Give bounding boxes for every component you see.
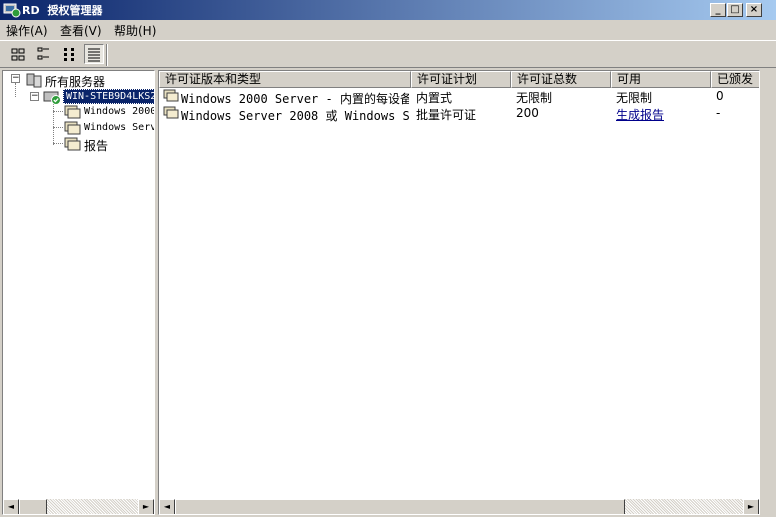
license-list[interactable]: 许可证版本和类型 许可证计划 许可证总数 可用 已颁发 Windows 2000… bbox=[158, 70, 760, 515]
menu-view[interactable]: 查看(V) bbox=[60, 22, 102, 39]
cell-plan: 批量许可证 bbox=[416, 108, 477, 122]
tree-item-reports[interactable]: 报告 bbox=[84, 137, 108, 154]
tree-expander[interactable]: − bbox=[11, 74, 20, 83]
list-icon bbox=[64, 48, 74, 61]
column-header-available[interactable]: 可用 bbox=[611, 71, 711, 88]
scroll-right-button[interactable]: ► bbox=[138, 499, 154, 514]
scroll-left-button[interactable]: ◄ bbox=[159, 499, 175, 514]
tree-item-server[interactable]: WIN-STEB9D4LKS2 bbox=[63, 89, 154, 104]
menu-help[interactable]: 帮助(H) bbox=[114, 22, 156, 39]
license-server-icon bbox=[43, 89, 63, 108]
scroll-thumb[interactable] bbox=[175, 499, 625, 514]
tree-item-all-servers[interactable]: 所有服务器 bbox=[45, 73, 105, 90]
details-icon bbox=[88, 48, 100, 62]
title-text: 授权管理器 bbox=[47, 4, 103, 17]
tree-expander[interactable]: − bbox=[30, 92, 39, 101]
tree-item-windows-server[interactable]: Windows Serv bbox=[84, 122, 154, 133]
tree-connector bbox=[53, 111, 63, 112]
title-bar[interactable]: RD 授权管理器 _ □ × bbox=[0, 0, 776, 20]
license-pack-icon bbox=[163, 106, 181, 124]
tree-connector bbox=[15, 83, 16, 97]
cell-available: 无限制 bbox=[616, 91, 653, 105]
small-icons-icon bbox=[37, 47, 49, 60]
scroll-right-button[interactable]: ► bbox=[743, 499, 759, 514]
list-view-button[interactable] bbox=[60, 44, 80, 64]
large-icons-view-button[interactable] bbox=[8, 44, 28, 64]
close-button[interactable]: × bbox=[746, 3, 762, 17]
small-icons-view-button[interactable] bbox=[34, 44, 54, 64]
servers-icon bbox=[25, 72, 43, 91]
tree-connector bbox=[53, 127, 63, 128]
column-header-plan[interactable]: 许可证计划 bbox=[411, 71, 511, 88]
tree-item-windows-2000[interactable]: Windows 2000 bbox=[84, 106, 154, 117]
column-header-version[interactable]: 许可证版本和类型 bbox=[159, 71, 411, 88]
toolbar bbox=[0, 40, 776, 68]
column-header-issued[interactable]: 已颁发 bbox=[711, 71, 759, 88]
scroll-thumb[interactable] bbox=[19, 499, 47, 514]
scroll-left-button[interactable]: ◄ bbox=[3, 499, 19, 514]
maximize-button[interactable]: □ bbox=[727, 3, 743, 17]
toolbar-separator bbox=[106, 44, 108, 66]
report-icon bbox=[63, 136, 81, 155]
details-view-button[interactable] bbox=[84, 44, 104, 64]
large-icons-icon bbox=[11, 48, 25, 61]
cell-total: 无限制 bbox=[516, 91, 553, 105]
table-row[interactable]: Windows 2000 Server - 内置的每设备... 内置式 无限制 … bbox=[159, 88, 759, 106]
cell-issued: - bbox=[716, 106, 721, 120]
generate-report-link[interactable]: 生成报告 bbox=[616, 106, 664, 123]
app-icon bbox=[3, 2, 21, 18]
minimize-button[interactable]: _ bbox=[710, 3, 726, 17]
menu-bar: 操作(A) 查看(V) 帮助(H) bbox=[0, 20, 776, 39]
tree-horizontal-scrollbar[interactable]: ◄ ► bbox=[3, 499, 154, 514]
tree-connector bbox=[53, 143, 63, 144]
cell-plan: 内置式 bbox=[416, 91, 453, 105]
title-prefix: RD bbox=[22, 4, 40, 17]
cell-version: Windows Server 2008 或 Windows Ser... bbox=[181, 109, 409, 123]
table-row[interactable]: Windows Server 2008 或 Windows Ser... 批量许… bbox=[159, 105, 759, 124]
column-header-total[interactable]: 许可证总数 bbox=[511, 71, 611, 88]
window-title: RD 授权管理器 bbox=[22, 2, 102, 18]
tree-pane[interactable]: − 所有服务器 − WIN-STEB9D4LKS2 Windows 2000 W… bbox=[2, 70, 155, 515]
window-right-edge bbox=[760, 70, 776, 500]
list-horizontal-scrollbar[interactable]: ◄ ► bbox=[159, 499, 759, 514]
cell-issued: 0 bbox=[716, 89, 724, 103]
cell-total: 200 bbox=[516, 106, 539, 120]
menu-action[interactable]: 操作(A) bbox=[6, 22, 48, 39]
